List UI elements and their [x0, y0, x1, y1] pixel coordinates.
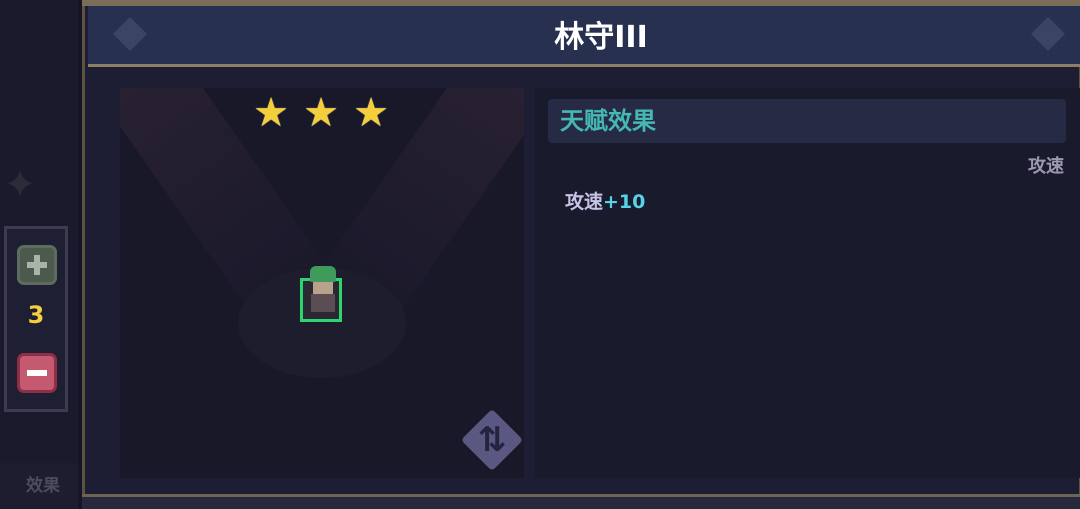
character-hat	[310, 266, 336, 282]
talent-header-label: 天赋效果	[560, 107, 656, 135]
sparkle-deco-icon: ✦	[3, 162, 37, 208]
talent-tag: 攻速	[1028, 156, 1064, 177]
talent-header: 天赋效果	[548, 99, 1066, 143]
star-icon: ★	[253, 90, 289, 136]
star-icon: ★	[303, 90, 339, 136]
talent-effect-line: 攻速+10	[565, 187, 645, 214]
character-body	[311, 294, 335, 312]
increase-button[interactable]	[17, 245, 57, 285]
character-name: 林守III	[554, 20, 648, 55]
effect-stat: 攻速	[565, 191, 604, 213]
talent-panel	[535, 88, 1080, 478]
star-icon: ★	[353, 90, 389, 136]
panel-bottom-border	[82, 494, 1080, 509]
decrease-button[interactable]	[17, 353, 57, 393]
minus-icon	[27, 370, 47, 376]
title-bar: 林守III	[88, 6, 1080, 67]
character-face	[313, 282, 333, 294]
character-sprite[interactable]	[300, 266, 346, 326]
counter-value: 3	[27, 301, 45, 329]
level-counter: 3	[4, 226, 68, 412]
effect-value: +10	[603, 191, 646, 213]
swap-icon: ⇅	[477, 420, 507, 460]
effect-tab-label[interactable]: 效果	[0, 463, 78, 509]
swap-button[interactable]: ⇅	[460, 408, 524, 472]
star-rating: ★ ★ ★	[250, 92, 400, 134]
